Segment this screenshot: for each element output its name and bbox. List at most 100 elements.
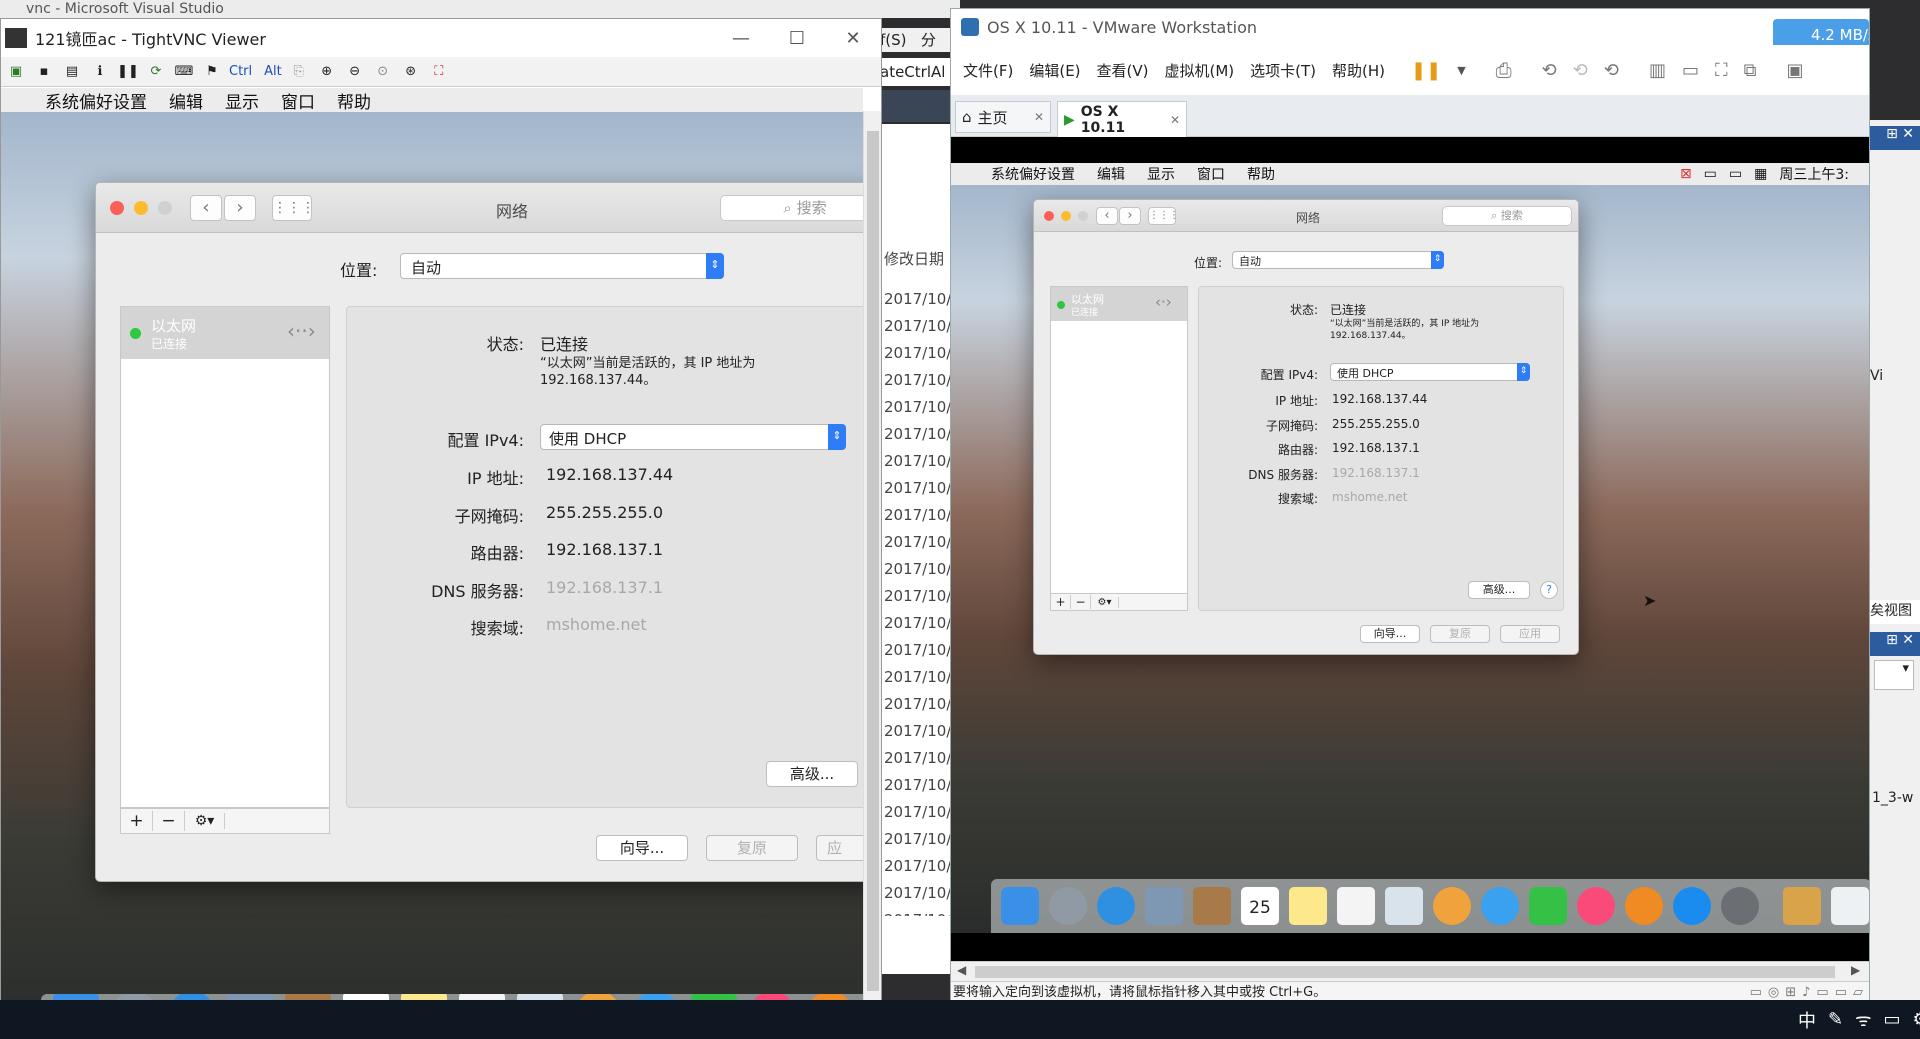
maps-icon[interactable] xyxy=(1385,887,1423,925)
info-icon[interactable]: ℹ xyxy=(89,64,111,79)
mail-icon[interactable] xyxy=(1145,887,1183,925)
forward-icon[interactable]: › xyxy=(224,195,256,221)
ctrl-key-button[interactable]: Ctrl xyxy=(229,64,252,79)
show-all-grid-icon[interactable]: ⋮⋮⋮ xyxy=(1148,207,1179,225)
reminders-icon[interactable] xyxy=(1337,887,1375,925)
refresh-icon[interactable]: ⟳ xyxy=(145,64,167,79)
new-connection-icon[interactable]: ▣ xyxy=(5,64,27,79)
vnc-scroll-thumb[interactable] xyxy=(867,131,879,991)
zoom-100-icon[interactable]: ⊙ xyxy=(372,64,394,79)
power-dropdown-icon[interactable]: ▼ xyxy=(1457,64,1465,77)
minimize-icon[interactable]: — xyxy=(713,28,769,49)
revert-snapshot-icon[interactable]: ⟲ xyxy=(1573,60,1588,81)
menu-edit[interactable]: 编辑 xyxy=(1097,164,1125,184)
panel-close-icon[interactable]: ⊞ ✕ xyxy=(1870,126,1920,150)
menu-help[interactable]: 帮助 xyxy=(337,88,371,113)
zoom-in-icon[interactable]: ⊕ xyxy=(316,64,338,79)
zoom-light-icon[interactable] xyxy=(158,201,172,215)
close-light-icon[interactable] xyxy=(1044,211,1054,221)
search-field[interactable]: ⌕ 搜索 xyxy=(720,195,863,221)
close-icon[interactable]: ✕ xyxy=(825,28,881,49)
advanced-button[interactable]: 高级... xyxy=(766,761,858,787)
ctrl-alt-del-icon[interactable]: ⚑ xyxy=(201,64,223,79)
apply-button[interactable]: 应 xyxy=(816,835,863,861)
back-icon[interactable]: ‹ xyxy=(190,195,222,221)
menu-file[interactable]: 文件(F) xyxy=(963,60,1013,81)
menu-system-preferences[interactable]: 系统偏好设置 xyxy=(991,164,1075,184)
library-icon[interactable]: ▥ xyxy=(1649,60,1666,81)
back-icon[interactable]: ‹ xyxy=(1096,207,1118,225)
menubar-clock[interactable]: 周三上午3: xyxy=(1779,164,1849,184)
gear-menu-icon[interactable]: ⚙▾ xyxy=(1091,596,1119,608)
panel-pin-icon[interactable]: ⊞ ✕ xyxy=(1870,632,1920,656)
messages-icon[interactable] xyxy=(1481,887,1519,925)
show-all-grid-icon[interactable]: ⋮⋮⋮ xyxy=(272,195,315,221)
suspend-icon[interactable]: ❚❚ xyxy=(1411,60,1441,81)
tab-osx[interactable]: ▶ OS X 10.11 ✕ xyxy=(1057,101,1187,137)
assist-me-button[interactable]: 向导... xyxy=(1360,625,1420,643)
calendar-icon[interactable]: 25 xyxy=(1241,887,1279,925)
zoom-out-icon[interactable]: ⊖ xyxy=(344,64,366,79)
search-field[interactable]: ⌕ 搜索 xyxy=(1442,206,1572,226)
remove-service-icon[interactable]: − xyxy=(153,811,185,831)
service-list[interactable]: 以太网 已连接 ‹·› xyxy=(1050,286,1188,604)
zoom-light-icon[interactable] xyxy=(1078,211,1088,221)
location-popup[interactable]: 自动 ⇕ xyxy=(400,253,724,279)
vm-horizontal-scrollbar[interactable]: ◀ ▶ xyxy=(951,961,1869,981)
display-icon[interactable]: ▭ xyxy=(1729,166,1742,182)
service-item-ethernet[interactable]: 以太网 已连接 ‹·› xyxy=(1051,287,1187,321)
tab-home-close-icon[interactable]: ✕ xyxy=(1034,110,1044,124)
add-service-icon[interactable]: + xyxy=(1051,595,1071,609)
display-status-icon[interactable]: ▭ xyxy=(1835,982,1847,1001)
service-item-ethernet[interactable]: 以太网 已连接 ‹··› xyxy=(121,307,329,359)
save-icon[interactable]: ▪ xyxy=(33,64,55,79)
zoom-fit-icon[interactable]: ⊛ xyxy=(400,64,422,79)
archive-icon[interactable] xyxy=(1783,887,1821,925)
vnc-remote-screen[interactable]: 系统偏好设置 编辑 显示 窗口 帮助 ‹ › ⋮⋮⋮ 网络 ⌕ 搜索 位置: 自… xyxy=(1,88,863,1027)
cd-icon[interactable]: ◎ xyxy=(1768,982,1779,1001)
app-store-icon[interactable] xyxy=(1673,887,1711,925)
unity-icon[interactable]: ⧉ xyxy=(1744,60,1757,81)
sound-icon[interactable]: ♪ xyxy=(1802,982,1810,1001)
itunes-icon[interactable] xyxy=(1577,887,1615,925)
trash-icon[interactable] xyxy=(1831,887,1869,925)
finder-icon[interactable] xyxy=(1001,887,1039,925)
input-method-icon[interactable]: ▦ xyxy=(1754,166,1767,182)
ime-indicator[interactable]: 中 xyxy=(1798,1007,1816,1033)
minimize-light-icon[interactable] xyxy=(134,201,148,215)
location-popup[interactable]: 自动 ⇕ xyxy=(1232,251,1444,269)
thumbnail-icon[interactable]: ▭ xyxy=(1682,60,1699,81)
add-service-icon[interactable]: + xyxy=(121,811,153,831)
clipboard-icon[interactable]: ⎘ xyxy=(288,64,310,79)
pause-icon[interactable]: ❚❚ xyxy=(117,64,139,79)
launchpad-icon[interactable] xyxy=(1049,887,1087,925)
menu-help[interactable]: 帮助(H) xyxy=(1332,60,1385,81)
options-icon[interactable]: ▤ xyxy=(61,64,83,79)
system-preferences-icon[interactable] xyxy=(1721,887,1759,925)
revert-button[interactable]: 复原 xyxy=(1430,625,1490,643)
hdd-icon[interactable]: ▭ xyxy=(1750,982,1762,1001)
panel-dropdown[interactable]: ▾ xyxy=(1874,660,1914,690)
forward-icon[interactable]: › xyxy=(1119,207,1141,225)
vm-scroll-thumb[interactable] xyxy=(975,966,1835,978)
vs-menu-fragment-1[interactable]: f(S) xyxy=(880,31,907,49)
settings-gear-icon[interactable]: ⚙ xyxy=(1913,1009,1920,1030)
usb-icon[interactable]: ▭ xyxy=(1816,982,1828,1001)
network-icon[interactable]: ᯤ xyxy=(1855,1008,1871,1032)
menu-edit[interactable]: 编辑(E) xyxy=(1029,60,1080,81)
tab-osx-close-icon[interactable]: ✕ xyxy=(1170,113,1180,127)
keyboard-icon[interactable]: ▭ xyxy=(1884,1009,1901,1030)
menu-window[interactable]: 窗口 xyxy=(1197,164,1225,184)
menu-vm[interactable]: 虚拟机(M) xyxy=(1165,60,1235,81)
pen-icon[interactable]: ✎ xyxy=(1828,1009,1843,1030)
config-ipv4-popup[interactable]: 使用 DHCP ⇕ xyxy=(540,424,846,450)
menu-system-preferences[interactable]: 系统偏好设置 xyxy=(45,88,147,113)
contacts-icon[interactable] xyxy=(1193,887,1231,925)
help-button[interactable]: ? xyxy=(1540,581,1558,599)
menu-view[interactable]: 显示 xyxy=(1147,164,1175,184)
snapshot-icon[interactable]: ⟲ xyxy=(1542,60,1557,81)
minimize-light-icon[interactable] xyxy=(1061,211,1071,221)
revert-button[interactable]: 复原 xyxy=(706,835,798,861)
tab-home[interactable]: ⌂ 主页 ✕ xyxy=(955,101,1051,133)
config-ipv4-popup[interactable]: 使用 DHCP ⇕ xyxy=(1330,363,1530,381)
